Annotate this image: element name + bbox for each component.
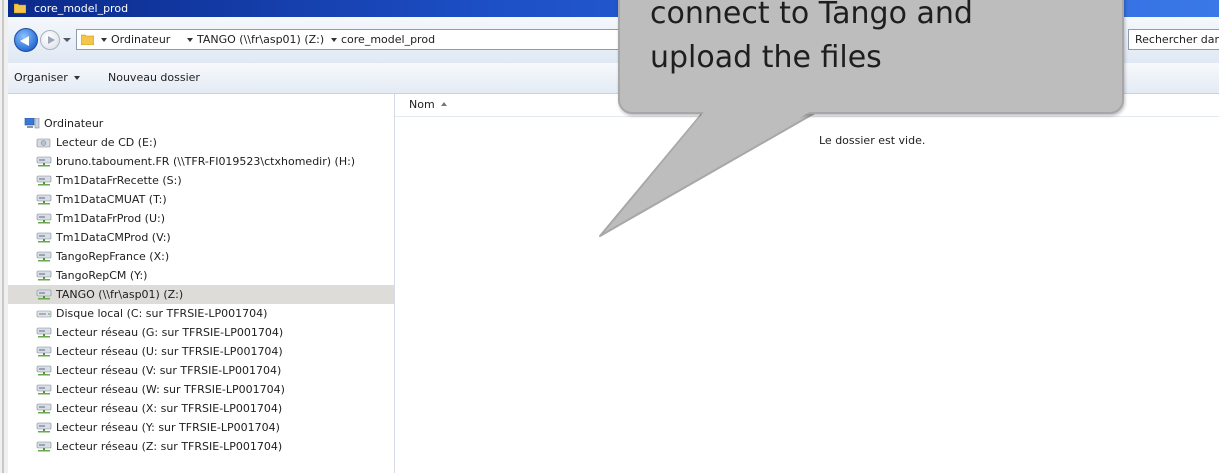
tree-item-label: Tm1DataFrRecette (S:) [56,174,182,187]
breadcrumb-tango[interactable]: TANGO (\\fr\asp01) (Z:) [187,30,324,49]
chevron-down-icon [187,38,193,42]
forward-button[interactable] [40,30,60,50]
network-drive-icon [36,346,52,357]
network-drive-icon [36,327,52,338]
callout-line-2: upload the files [650,40,882,75]
tree-item-label: Lecteur réseau (U: sur TFRSIE-LP001704) [56,345,283,358]
tree-item-label: Tm1DataCMUAT (T:) [56,193,167,206]
computer-icon [24,118,40,129]
tree-item-label: Lecteur réseau (G: sur TFRSIE-LP001704) [56,326,284,339]
network-drive-icon [36,213,52,224]
chevron-down-icon [331,38,337,42]
tree-item-drive[interactable]: TANGO (\\fr\asp01) (Z:) [8,285,394,304]
tree-item-label: Lecteur réseau (W: sur TFRSIE-LP001704) [56,383,285,396]
tree-item-label: Tm1DataFrProd (U:) [56,212,166,225]
new-folder-button[interactable]: Nouveau dossier [108,71,200,84]
tree-item-label: bruno.taboument.FR (\\TFR-FI019523\ctxho… [56,155,356,168]
network-drive-icon [36,175,52,186]
network-drive-icon [36,289,52,300]
breadcrumb-core-model-prod[interactable]: core_model_prod [331,30,435,49]
network-drive-icon [36,441,52,452]
tree-item-label: Lecteur réseau (X: sur TFRSIE-LP001704) [56,402,283,415]
file-list-pane[interactable]: Nom Le dossier est vide. [395,94,1219,473]
sort-ascending-icon [440,102,447,106]
empty-folder-message: Le dossier est vide. [819,134,926,147]
back-button[interactable] [14,28,38,52]
tree-item-label: Lecteur de CD (E:) [56,136,157,149]
network-drive-icon [36,384,52,395]
network-drive-icon [36,270,52,281]
tree-item-label: Lecteur réseau (Y: sur TFRSIE-LP001704) [56,421,280,434]
column-header-name[interactable]: Nom [409,98,447,111]
network-drive-icon [36,156,52,167]
network-drive-icon [36,251,52,262]
network-drive-icon [36,194,52,205]
left-edge-bar [2,0,4,473]
network-drive-icon [36,403,52,414]
tree-item-label: Lecteur réseau (V: sur TFRSIE-LP001704) [56,364,282,377]
navigation-pane[interactable]: Ordinateur Lecteur de CD (E:) bruno.tabou… [8,94,395,473]
network-drive-icon [36,422,52,433]
local-disk-icon [36,310,52,318]
tree-item-label: TANGO (\\fr\asp01) (Z:) [56,288,184,301]
tree-item-label: Tm1DataCMProd (V:) [56,231,171,244]
chevron-down-icon [101,38,107,42]
network-drive-icon [36,365,52,376]
cd-drive-icon [36,138,51,148]
left-edge-strip [0,0,8,473]
tree-item-label: TangoRepFrance (X:) [56,250,170,263]
tree-item-label: Lecteur réseau (Z: sur TFRSIE-LP001704) [56,440,283,453]
tree-item-label: TangoRepCM (Y:) [56,269,148,282]
folder-icon [14,3,26,14]
breadcrumb-computer[interactable]: Ordinateur [101,30,170,49]
recent-pages-dropdown[interactable] [63,38,71,42]
address-folder-icon [81,34,94,45]
window-title: core_model_prod [34,2,129,15]
network-drive-icon [36,232,52,243]
callout-text: connect to Tango and upload the files [650,0,1120,80]
tree-item-label: Disque local (C: sur TFRSIE-LP001704) [56,307,268,320]
search-input[interactable]: Rechercher dans : [1128,29,1219,50]
callout-line-1: connect to Tango and [650,0,973,31]
organize-button[interactable]: Organiser [14,71,80,84]
chevron-down-icon [73,76,80,80]
